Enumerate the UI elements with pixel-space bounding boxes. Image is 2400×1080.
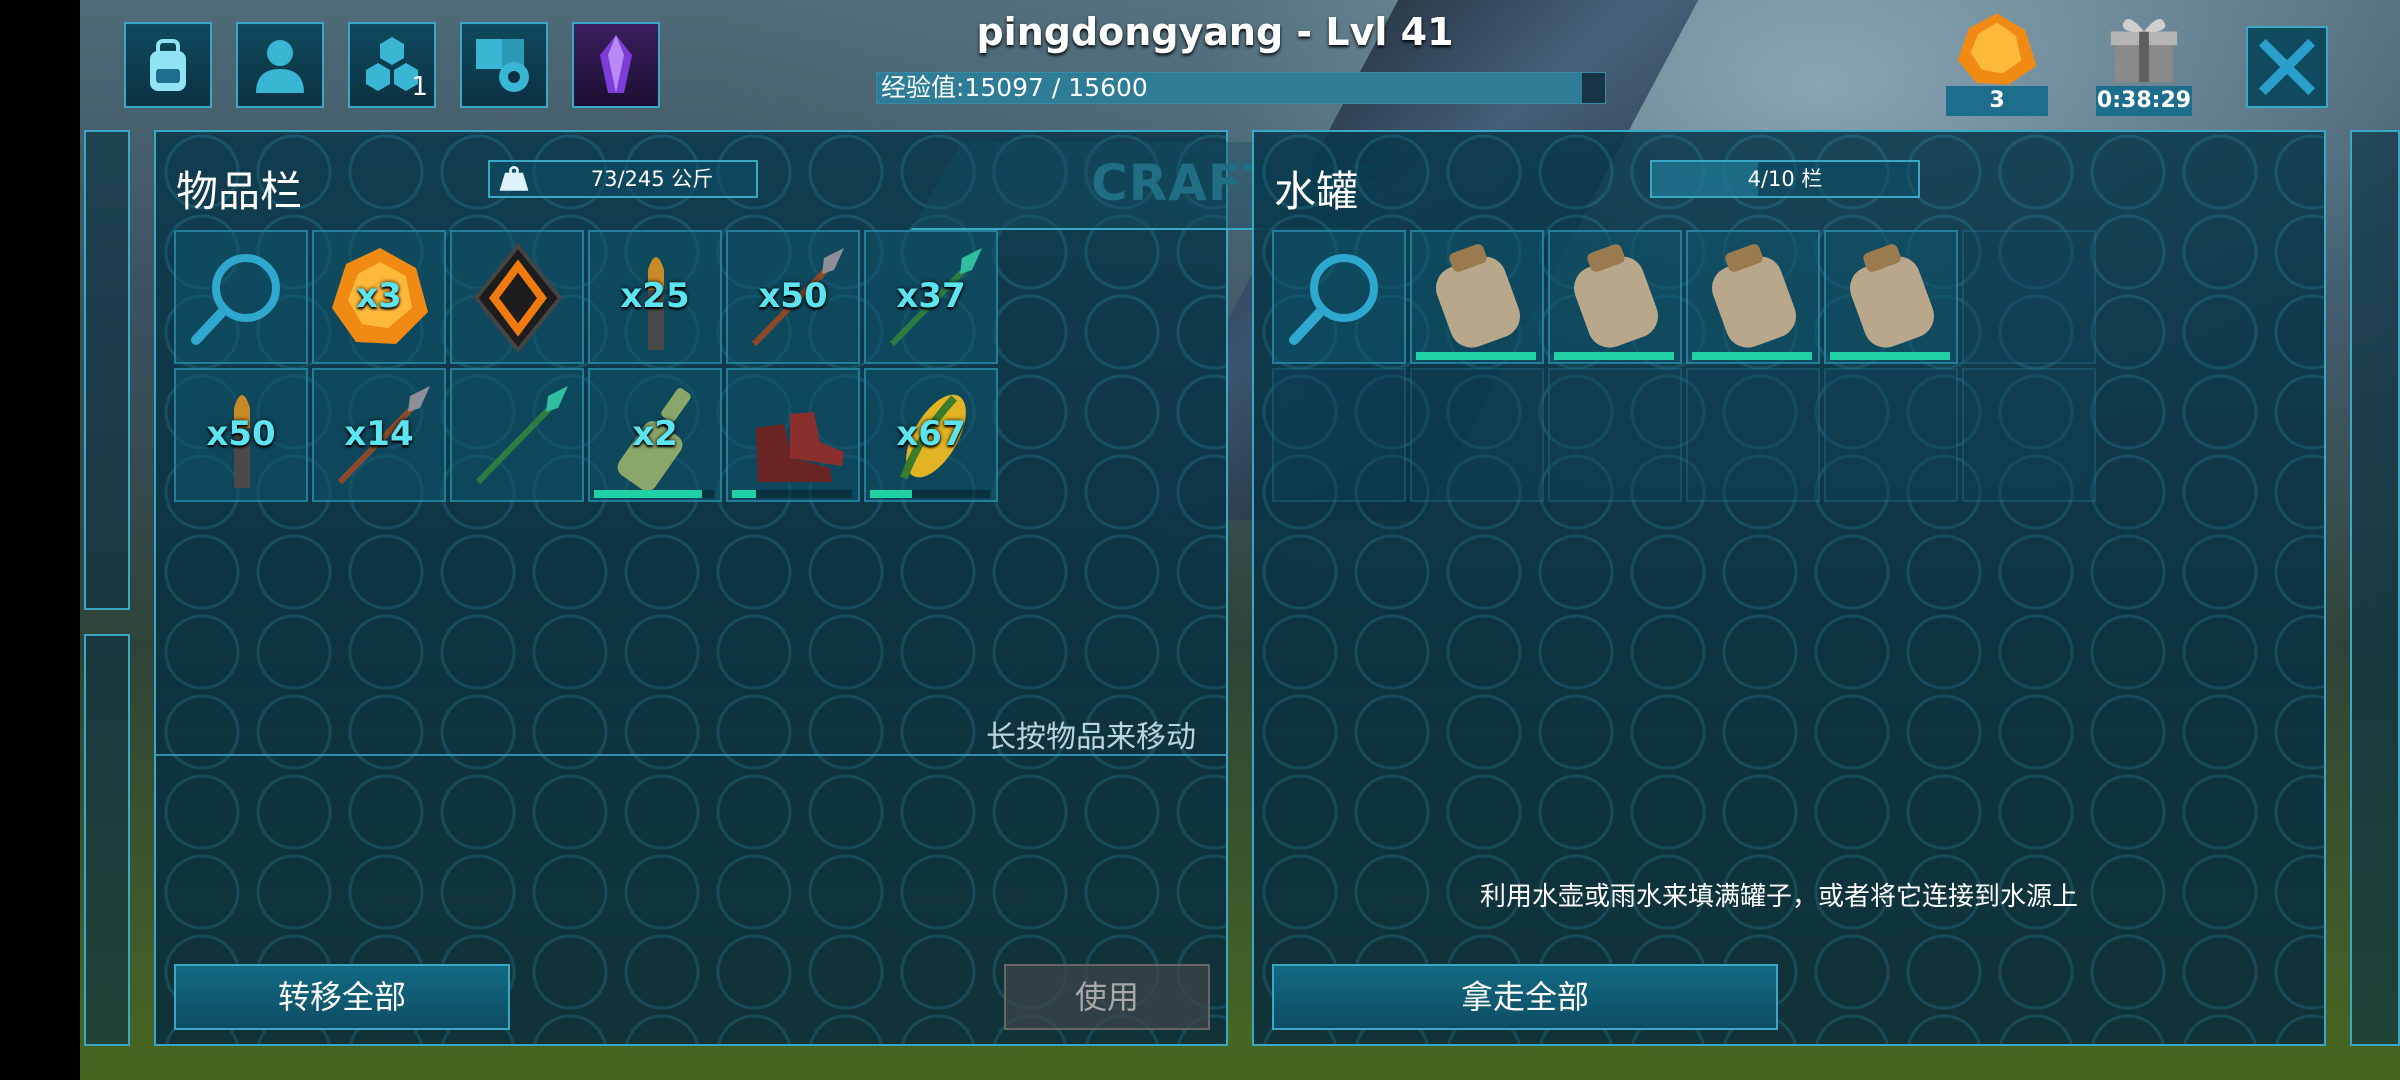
durability-bar (1554, 352, 1674, 360)
inventory-item-slot[interactable]: x2 (588, 368, 722, 502)
amber-currency-badge[interactable]: 3 (1946, 10, 2048, 116)
tank-empty-slot[interactable] (1962, 368, 2096, 502)
item-quantity: x37 (896, 276, 966, 316)
item-quantity: x25 (620, 276, 690, 316)
implant-icon (473, 242, 563, 354)
inventory-weight-text: 73/245 公斤 (590, 167, 714, 191)
gift-timer-badge[interactable]: 0:38:29 (2096, 10, 2192, 116)
durability-bar (1692, 352, 1812, 360)
durability-bar (594, 490, 714, 498)
search-icon (1289, 254, 1378, 345)
amber-icon (1957, 13, 2037, 85)
tank-item-slot[interactable] (1824, 230, 1958, 364)
inventory-item-slot[interactable] (450, 368, 584, 502)
inventory-item-slot[interactable]: x3 (312, 230, 446, 364)
settings-tab-button[interactable] (460, 22, 548, 108)
item-quantity: x2 (632, 414, 678, 454)
waterskin-icon (1712, 244, 1796, 348)
durability-bar (1416, 352, 1536, 360)
transfer-all-button[interactable]: 转移全部 (174, 964, 510, 1030)
close-button[interactable] (2246, 26, 2328, 108)
item-quantity: x50 (206, 414, 276, 454)
waterskin-icon (1850, 244, 1934, 348)
inventory-item-slot[interactable]: x25 (588, 230, 722, 364)
xp-text: 经验值:15097 / 15600 (881, 73, 1148, 102)
durability-bar (870, 490, 990, 498)
inventory-weight: 73/245 公斤 (488, 160, 758, 198)
gift-timer: 0:38:29 (2096, 86, 2192, 116)
weight-icon (499, 165, 529, 191)
water-tank-slots-text: 4/10 栏 (1747, 167, 1823, 191)
inventory-item-slot[interactable]: x50 (726, 230, 860, 364)
inventory-item-slot[interactable] (450, 230, 584, 364)
close-icon (2258, 38, 2316, 96)
inventory-item-slot[interactable]: x50 (174, 368, 308, 502)
tank-empty-slot[interactable] (1272, 368, 1406, 502)
xp-bar: 经验值:15097 / 15600 (876, 72, 1606, 104)
tank-item-slot[interactable] (1410, 230, 1544, 364)
inventory-item-slot[interactable]: x37 (864, 230, 998, 364)
item-quantity: x14 (344, 414, 414, 454)
item-quantity: x3 (356, 276, 402, 316)
right-edge-panel (2350, 130, 2400, 1046)
tank-empty-slot[interactable] (1410, 368, 1544, 502)
amber-count: 3 (1946, 86, 2048, 116)
inventory-item-slot[interactable] (726, 368, 860, 502)
waterskin-icon (1574, 244, 1658, 348)
player-name-level: pingdongyang - Lvl 41 (976, 10, 1454, 54)
durability-bar (1830, 352, 1950, 360)
tank-empty-slot[interactable] (1962, 230, 2096, 364)
water-tank-title: 水罐 (1274, 167, 1359, 216)
inventory-tab-button[interactable] (124, 22, 212, 108)
crystal-icon (600, 35, 632, 93)
inventory-item-slot[interactable]: x14 (312, 368, 446, 502)
fill-hint: 利用水壶或雨水来填满罐子，或者将它连接到水源上 (1480, 882, 2079, 912)
tank-empty-slot[interactable] (1824, 368, 1958, 502)
use-button[interactable]: 使用 (1004, 964, 1210, 1030)
item-quantity: x50 (758, 276, 828, 316)
tank-search-slot[interactable] (1272, 230, 1406, 364)
character-tab-button[interactable] (236, 22, 324, 108)
tank-item-slot[interactable] (1686, 230, 1820, 364)
water-tank-slots: 4/10 栏 (1650, 160, 1920, 198)
boots-icon (756, 412, 844, 482)
tribe-count: 1 (411, 72, 428, 102)
gift-icon (2110, 19, 2178, 83)
waterskin-icon (1436, 244, 1520, 348)
inventory-divider (156, 754, 1226, 756)
backpack-icon (150, 39, 186, 91)
take-all-button[interactable]: 拿走全部 (1272, 964, 1778, 1030)
tank-empty-slot[interactable] (1686, 368, 1820, 502)
inventory-title: 物品栏 (176, 167, 303, 216)
durability-bar (732, 490, 852, 498)
tranq-arrow-icon (475, 386, 568, 485)
inventory-panel: CRAFTING 物品栏 73/245 公斤 x3 x25 x50 x37 x50 x14… (154, 130, 1402, 1046)
tank-empty-slot[interactable] (1548, 368, 1682, 502)
settings-icon (476, 39, 529, 92)
move-hint: 长按物品来移动 (986, 720, 1196, 755)
inventory-item-slot[interactable]: x67 (864, 368, 998, 502)
tank-item-slot[interactable] (1548, 230, 1682, 364)
item-quantity: x67 (896, 414, 966, 454)
search-icon (191, 254, 280, 345)
crystal-tab-button[interactable] (572, 22, 660, 108)
inventory-search-slot[interactable] (174, 230, 308, 364)
tribe-tab-button[interactable]: 1 (348, 22, 436, 108)
character-icon (256, 40, 304, 93)
left-edge-panel (84, 130, 130, 610)
left-edge-panel-lower (84, 634, 130, 1046)
water-tank-panel: 水罐 4/10 栏 利用水壶或雨水来填满罐子，或者将它连接到水源上 拿走全部 (1252, 130, 2326, 1046)
